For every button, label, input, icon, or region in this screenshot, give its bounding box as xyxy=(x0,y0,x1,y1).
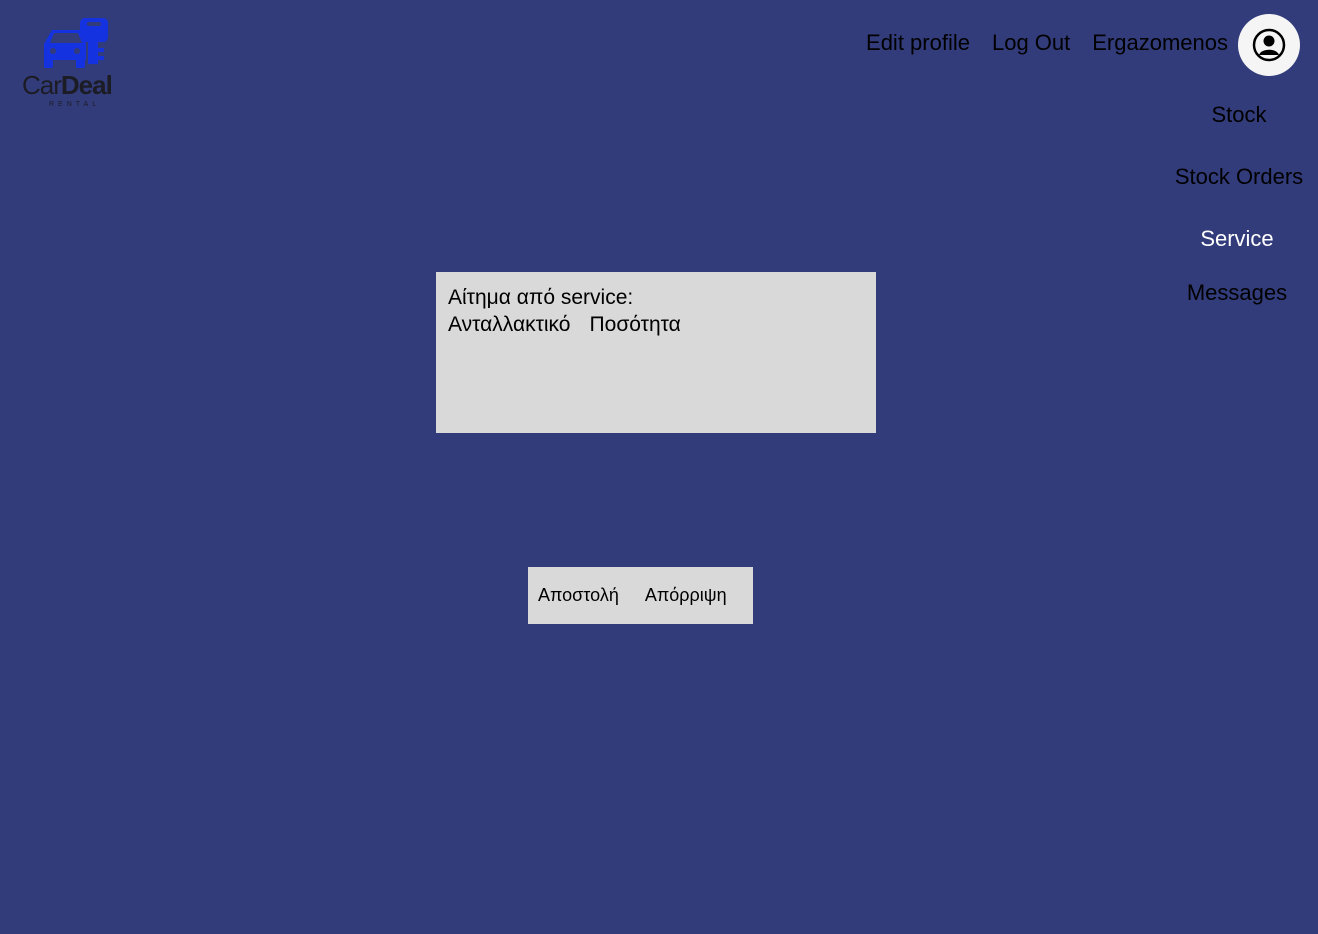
request-columns: Ανταλλακτικό Ποσότητα xyxy=(448,311,864,338)
sidebar-item-service[interactable]: Service xyxy=(1158,226,1316,252)
log-out-link[interactable]: Log Out xyxy=(992,30,1070,56)
car-key-icon xyxy=(44,18,108,68)
service-request-panel: Αίτημα από service: Ανταλλακτικό Ποσότητα xyxy=(436,272,876,433)
sidebar-item-messages[interactable]: Messages xyxy=(1158,280,1316,306)
column-quantity: Ποσότητα xyxy=(589,313,681,336)
avatar[interactable] xyxy=(1238,14,1300,76)
sidebar-item-stock[interactable]: Stock xyxy=(1160,102,1318,128)
top-navigation: Edit profile Log Out Ergazomenos xyxy=(866,30,1228,56)
brand-logo[interactable]: CarDeal RENTAL xyxy=(22,18,132,110)
action-buttons: Αποστολή Απόρριψη xyxy=(528,567,753,624)
sidebar-item-stock-orders[interactable]: Stock Orders xyxy=(1160,164,1318,190)
request-title: Αίτημα από service: xyxy=(448,286,634,309)
user-circle-icon xyxy=(1252,28,1286,62)
username-label: Ergazomenos xyxy=(1092,30,1228,55)
edit-profile-link[interactable]: Edit profile xyxy=(866,30,970,56)
send-button[interactable]: Αποστολή xyxy=(538,585,619,606)
reject-button[interactable]: Απόρριψη xyxy=(645,585,727,606)
column-part: Ανταλλακτικό xyxy=(448,313,571,336)
brand-name: CarDeal xyxy=(22,70,113,100)
brand-tagline: RENTAL xyxy=(49,101,101,108)
